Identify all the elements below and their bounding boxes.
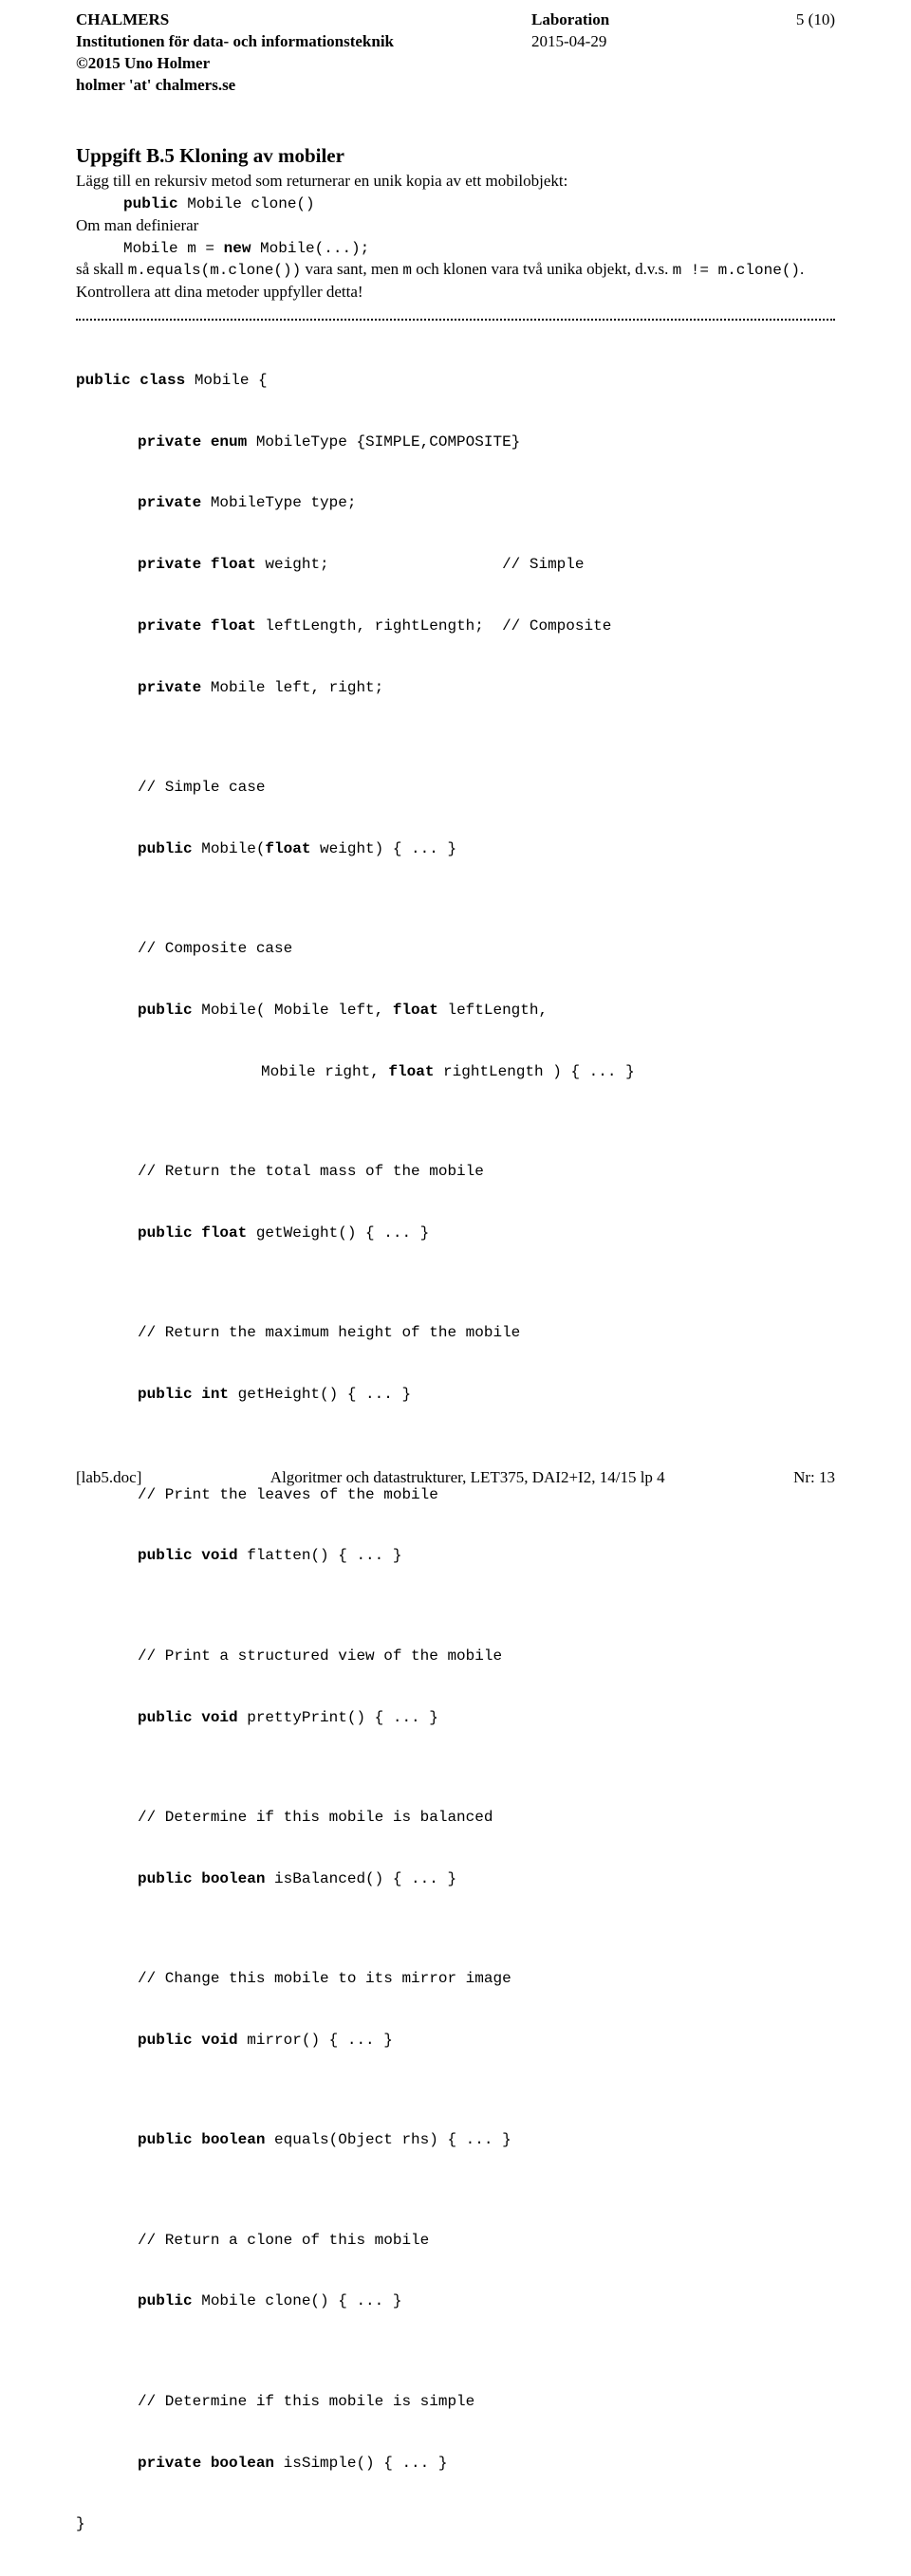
page-number: 5 (10) — [759, 9, 835, 31]
doc-date: 2015-04-29 — [531, 31, 759, 53]
org-name: CHALMERS — [76, 9, 531, 31]
department: Institutionen för data- och informations… — [76, 31, 531, 53]
doc-title: Laboration — [531, 9, 759, 31]
header-right: 5 (10) — [759, 9, 835, 97]
code-signature-clone: public Mobile clone() — [123, 194, 835, 215]
intro-paragraph: Lägg till en rekursiv metod som returner… — [76, 171, 835, 193]
footer-right: Nr: 13 — [793, 1467, 835, 1489]
divider-dotted — [76, 319, 835, 321]
copyright: ©2015 Uno Holmer — [76, 53, 531, 75]
header-left: CHALMERS Institutionen för data- och inf… — [76, 9, 531, 97]
header-mid: Laboration 2015-04-29 — [531, 9, 759, 97]
keyword-new: new — [224, 240, 251, 257]
define-paragraph: Om man definierar — [76, 215, 835, 237]
section-title: Uppgift B.5 Kloning av mobiler — [76, 142, 835, 169]
code-block: public class Mobile { private enum Mobil… — [76, 330, 835, 2576]
code-new-mobile: Mobile m = new Mobile(...); — [123, 239, 835, 260]
keyword-public: public — [123, 195, 178, 212]
footer-mid: Algoritmer och datastrukturer, LET375, D… — [270, 1467, 665, 1489]
explanation-paragraph: så skall m.equals(m.clone()) vara sant, … — [76, 259, 835, 304]
page-header: CHALMERS Institutionen för data- och inf… — [76, 9, 835, 97]
page-footer: [lab5.doc] Algoritmer och datastrukturer… — [76, 1467, 835, 1489]
footer-left: [lab5.doc] — [76, 1467, 141, 1489]
contact: holmer 'at' chalmers.se — [76, 75, 531, 97]
